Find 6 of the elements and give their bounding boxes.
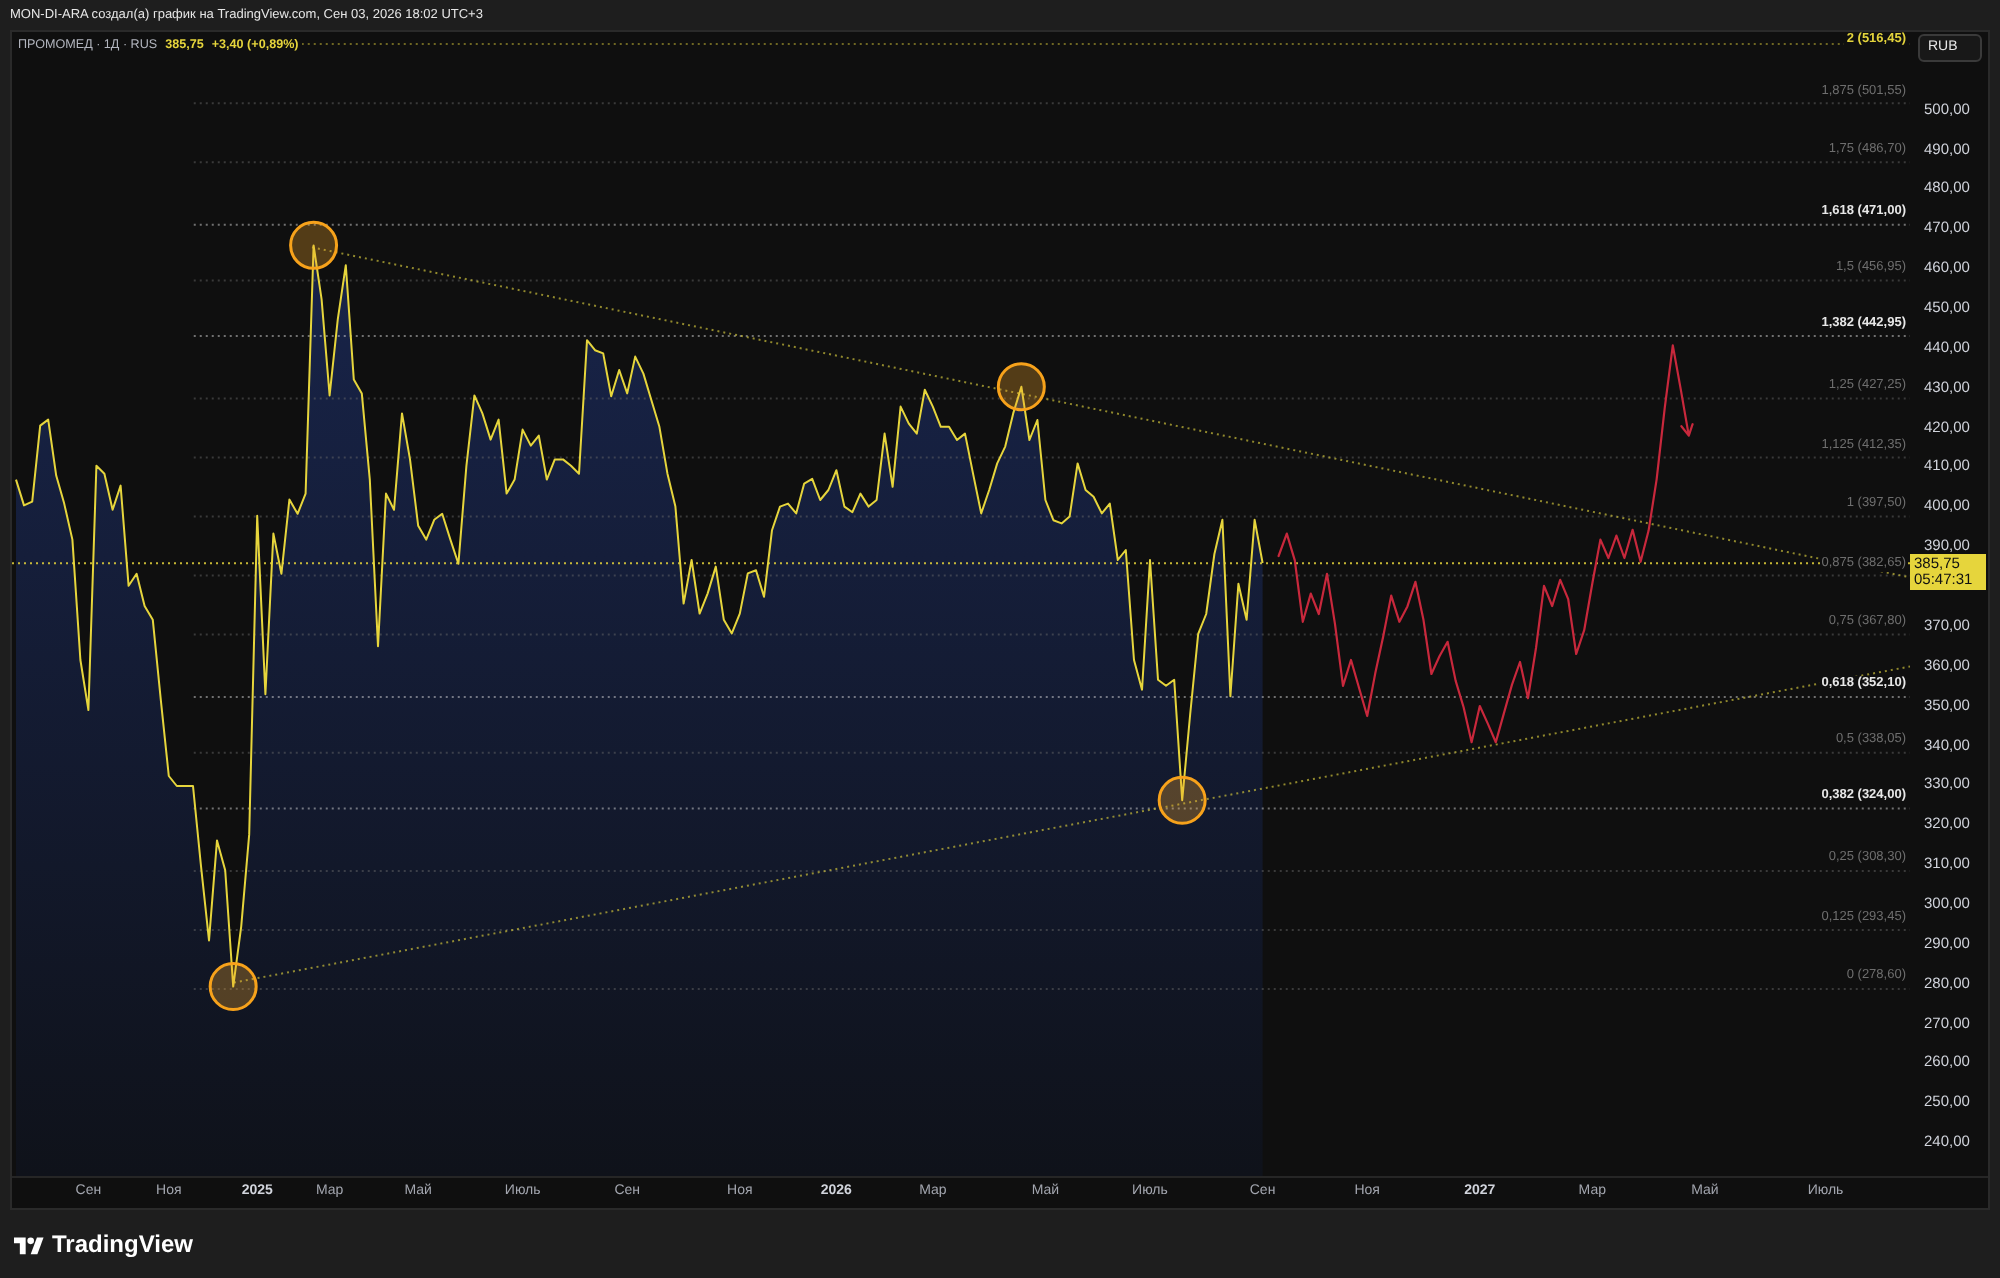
highlight-circle — [208, 962, 258, 1012]
highlight-circle — [996, 362, 1046, 412]
brand-name: TradingView — [52, 1230, 193, 1258]
highlight-circle — [289, 220, 339, 270]
highlight-circle — [1157, 775, 1207, 825]
logo-icon — [14, 1233, 44, 1255]
